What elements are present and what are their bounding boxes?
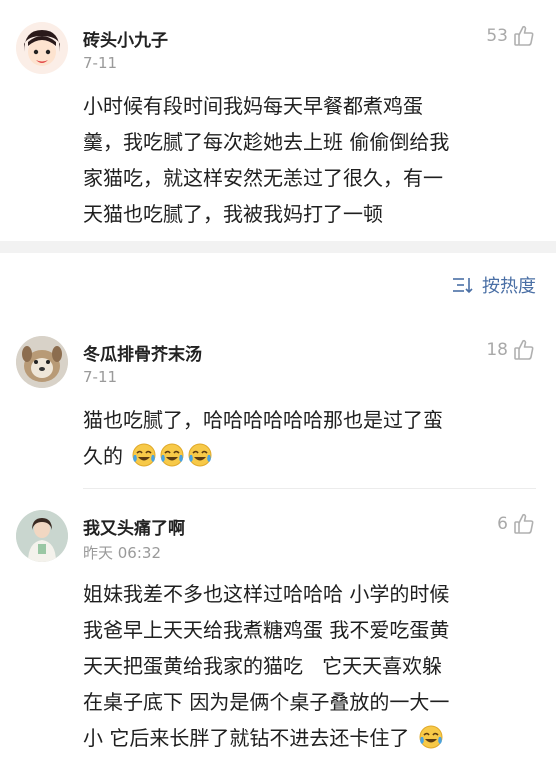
- comment-text-line: 羹，我吃腻了每次趁她去上班 偷偷倒给我: [83, 130, 450, 154]
- comment-text-line: 我爸早上天天给我煮糖鸡蛋 我不爱吃蛋黄: [83, 618, 450, 642]
- like-button[interactable]: 18: [486, 338, 536, 362]
- comment-text-line: 猫也吃腻了，哈哈哈哈哈哈那也是过了蛮: [83, 408, 443, 432]
- sort-icon: [453, 278, 473, 294]
- like-button[interactable]: 53: [486, 24, 536, 48]
- avatar[interactable]: [16, 510, 68, 562]
- comment-author[interactable]: 冬瓜排骨芥末汤: [83, 340, 202, 365]
- comment-text-line: 小时候有段时间我妈每天早餐都煮鸡蛋: [83, 94, 423, 118]
- comment-date: 7-11: [83, 54, 118, 72]
- thumbs-up-icon: [514, 25, 534, 46]
- comment-text-line: 天天把蛋黄给我家的猫吃 它天天喜欢躲: [83, 654, 443, 678]
- comment-text-line: 在桌子底下 因为是俩个桌子叠放的一大一: [83, 690, 450, 714]
- comment-separator: [83, 488, 536, 489]
- comment-body: 猫也吃腻了，哈哈哈哈哈哈那也是过了蛮 久的: [83, 402, 535, 474]
- laugh-cry-emoji-icon: [188, 443, 212, 467]
- comment-text-line: 天猫也吃腻了，我被我妈打了一顿: [83, 202, 383, 226]
- like-count: 18: [486, 340, 508, 360]
- like-button[interactable]: 6: [497, 512, 536, 536]
- like-count: 53: [486, 26, 508, 46]
- comment-author[interactable]: 砖头小九子: [83, 26, 168, 51]
- comment-date: 7-11: [83, 368, 118, 386]
- comment-text-line: 家猫吃，就这样安然无恙过了很久，有一: [83, 166, 443, 190]
- comment-text-line: 姐妹我差不多也这样过哈哈哈 小学的时候: [83, 582, 450, 606]
- comment-body: 姐妹我差不多也这样过哈哈哈 小学的时候 我爸早上天天给我煮糖鸡蛋 我不爱吃蛋黄 …: [83, 576, 535, 756]
- avatar[interactable]: [16, 336, 68, 388]
- avatar[interactable]: [16, 22, 68, 74]
- comment-text-line: 小 它后来长胖了就钻不进去还卡住了: [83, 720, 535, 756]
- comment-text-fragment: 小 它后来长胖了就钻不进去还卡住了: [83, 726, 410, 750]
- comment-date: 昨天 06:32: [83, 544, 161, 562]
- laugh-cry-emoji-icon: [132, 443, 156, 467]
- laugh-cry-emoji-icon: [160, 443, 184, 467]
- sort-toggle[interactable]: 按热度: [452, 272, 536, 298]
- laugh-cry-emoji-icon: [419, 725, 443, 749]
- section-divider: [0, 241, 556, 253]
- comment-body: 小时候有段时间我妈每天早餐都煮鸡蛋 羹，我吃腻了每次趁她去上班 偷偷倒给我 家猫…: [83, 88, 535, 232]
- comment-text-line: 久的: [83, 438, 535, 474]
- like-count: 6: [497, 514, 508, 534]
- sort-label: 按热度: [482, 276, 536, 297]
- thumbs-up-icon: [514, 513, 534, 534]
- comment-text-fragment: 久的: [83, 444, 123, 468]
- comment-author[interactable]: 我又头痛了啊: [83, 514, 185, 539]
- thumbs-up-icon: [514, 339, 534, 360]
